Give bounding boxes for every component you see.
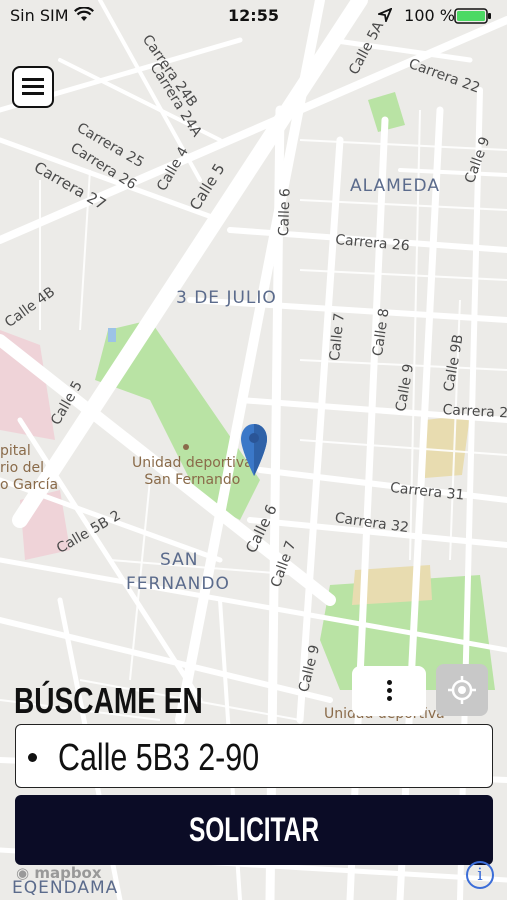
poi-label: Unidad deportiva San Fernando — [132, 455, 253, 489]
poi-name: rio del — [0, 460, 45, 476]
map-pin-icon — [241, 424, 267, 476]
hamburger-icon-line — [22, 92, 44, 95]
neighborhood-label: 3 DE JULIO — [176, 288, 277, 308]
poi-label-left: pital rio del o García — [0, 443, 58, 494]
crosshair-icon — [448, 676, 476, 704]
street-label: Carrera 2 — [442, 402, 507, 422]
menu-button[interactable] — [12, 66, 54, 108]
headline: BÚSCAME EN — [14, 680, 203, 721]
battery-icon — [454, 8, 491, 24]
hamburger-icon-line — [22, 85, 44, 88]
neighborhood-label: FERNANDO — [126, 574, 230, 594]
mapbox-label: mapbox — [34, 864, 102, 882]
neighborhood-label: ALAMEDA — [350, 176, 440, 196]
locate-me-button[interactable] — [436, 664, 488, 716]
mapbox-logo[interactable]: ◉ mapbox — [16, 864, 102, 882]
more-vertical-icon — [387, 680, 392, 685]
location-arrow-icon — [378, 8, 392, 22]
battery-percent: 100 % — [404, 6, 455, 25]
bullet-icon — [28, 753, 37, 762]
more-vertical-icon-dot — [387, 696, 392, 701]
pickup-address-field[interactable]: Calle 5B3 2-90 — [15, 724, 493, 788]
more-options-button[interactable] — [352, 666, 426, 716]
street-label: Calle 6 — [276, 187, 294, 237]
hamburger-icon — [22, 78, 44, 81]
request-button-label: SOLICITAR — [188, 811, 320, 849]
more-vertical-icon-dot — [387, 688, 392, 693]
pickup-address-text: Calle 5B3 2-90 — [58, 737, 260, 779]
poi-name: San Fernando — [144, 472, 241, 488]
status-bar: Sin SIM 12:55 100 % — [0, 0, 507, 32]
poi-name: o García — [0, 477, 59, 493]
mapbox-icon: ◉ — [16, 864, 30, 882]
neighborhood-label: SAN — [160, 550, 199, 570]
poi-name: Unidad deportiva — [132, 455, 253, 471]
poi-name: pital — [0, 443, 31, 459]
info-icon[interactable]: i — [466, 861, 494, 889]
request-button[interactable]: SOLICITAR — [15, 795, 493, 865]
